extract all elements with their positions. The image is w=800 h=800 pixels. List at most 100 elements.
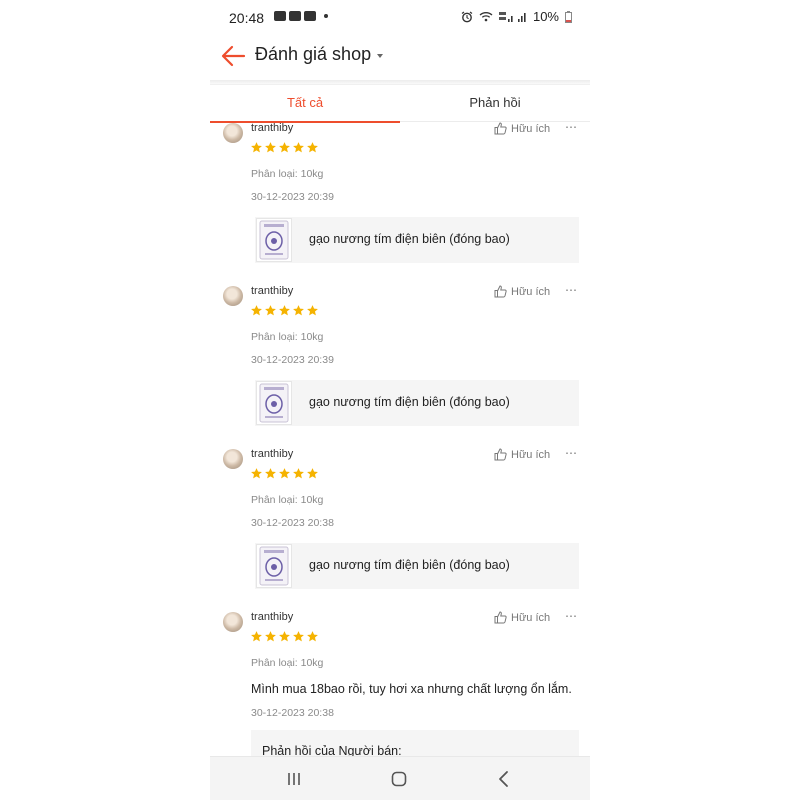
helpful-button[interactable]: Hữu ích — [494, 448, 550, 461]
star-icon — [265, 305, 276, 316]
star-icon — [293, 305, 304, 316]
thumbs-up-icon — [494, 285, 507, 298]
avatar[interactable] — [223, 286, 243, 306]
star-icon — [293, 142, 304, 153]
star-icon — [293, 468, 304, 479]
helpful-label: Hữu ích — [511, 285, 551, 298]
star-icon — [279, 468, 290, 479]
reviewer-name: tranthiby — [251, 448, 294, 460]
review-date: 30-12-2023 20:38 — [251, 707, 334, 719]
review-date: 30-12-2023 20:38 — [251, 517, 334, 529]
caret-down-icon[interactable] — [377, 54, 383, 58]
notification-app-icon — [289, 11, 301, 21]
variant-text: Phân loại: 10kg — [251, 331, 324, 343]
back-icon[interactable] — [494, 769, 514, 789]
home-icon[interactable] — [389, 769, 409, 789]
helpful-button[interactable]: Hữu ích — [494, 285, 550, 298]
star-rating — [250, 630, 319, 643]
helpful-label: Hữu ích — [511, 611, 551, 624]
thumbs-up-icon — [494, 448, 507, 461]
star-rating — [250, 141, 319, 154]
product-thumbnail — [256, 218, 292, 262]
product-card[interactable]: gạo nương tím điện biên (đóng bao) — [255, 543, 579, 589]
signal-icon — [498, 12, 526, 22]
phone-screen: 20:48 10% Đánh giá shop Tất cả Phản hồi … — [210, 0, 590, 800]
star-icon — [279, 631, 290, 642]
app-header: Đánh giá shop — [210, 34, 590, 80]
variant-text: Phân loại: 10kg — [251, 168, 324, 180]
system-status-icons: 10% — [461, 9, 572, 24]
star-rating — [250, 304, 319, 317]
tab-replies[interactable]: Phản hồi — [400, 85, 590, 123]
variant-text: Phân loại: 10kg — [251, 494, 324, 506]
battery-low-icon — [565, 10, 572, 23]
notification-app-icon — [274, 11, 286, 21]
tab-replies-label: Phản hồi — [469, 95, 521, 110]
helpful-button[interactable]: Hữu ích — [494, 611, 550, 624]
rice-bag-image — [259, 546, 289, 586]
product-thumbnail — [256, 381, 292, 425]
product-name: gạo nương tím điện biên (đóng bao) — [309, 395, 510, 409]
battery-percent: 10% — [532, 9, 559, 24]
wifi-icon — [479, 12, 493, 22]
star-icon — [265, 631, 276, 642]
seller-reply-box: Phản hồi của Người bán: — [251, 730, 579, 756]
star-icon — [265, 468, 276, 479]
star-icon — [307, 631, 318, 642]
review-text: Mình mua 18bao rồi, tuy hơi xa nhưng chấ… — [251, 682, 572, 696]
thumbs-up-icon — [494, 611, 507, 624]
rice-bag-image — [259, 220, 289, 260]
more-options-icon[interactable]: ⋯ — [565, 446, 577, 460]
avatar[interactable] — [223, 612, 243, 632]
reviewer-name: tranthiby — [251, 285, 294, 297]
star-icon — [279, 305, 290, 316]
avatar[interactable] — [223, 123, 243, 143]
product-thumbnail — [256, 544, 292, 588]
more-options-icon[interactable]: ⋯ — [565, 283, 577, 297]
reviewer-name: tranthiby — [251, 122, 294, 134]
status-bar: 20:48 10% — [210, 0, 590, 34]
review-item: tranthiby Hữu ích ⋯ Phân loại: 10kg 30-1… — [210, 282, 590, 445]
product-name: gạo nương tím điện biên (đóng bao) — [309, 558, 510, 572]
notification-icons — [274, 11, 328, 21]
thumbs-up-icon — [494, 122, 507, 135]
product-card[interactable]: gạo nương tím điện biên (đóng bao) — [255, 380, 579, 426]
review-list[interactable]: tranthiby Hữu ích ⋯ Phân loại: 10kg 30-1… — [210, 122, 590, 756]
alarm-icon — [461, 11, 473, 22]
reviewer-name: tranthiby — [251, 611, 294, 623]
star-icon — [251, 631, 262, 642]
star-icon — [251, 142, 262, 153]
star-icon — [307, 468, 318, 479]
recent-apps-icon[interactable] — [284, 769, 304, 789]
star-icon — [251, 305, 262, 316]
review-item: tranthiby Hữu ích ⋯ Phân loại: 10kg Mình… — [210, 608, 590, 756]
helpful-label: Hữu ích — [511, 122, 551, 135]
star-icon — [307, 305, 318, 316]
star-rating — [250, 467, 319, 480]
rice-bag-image — [259, 383, 289, 423]
gallery-icon — [304, 11, 316, 21]
review-date: 30-12-2023 20:39 — [251, 191, 334, 203]
product-name: gạo nương tím điện biên (đóng bao) — [309, 232, 510, 246]
arrow-left-icon[interactable] — [220, 43, 246, 69]
system-navigation-bar — [210, 756, 590, 800]
variant-text: Phân loại: 10kg — [251, 657, 324, 669]
star-icon — [279, 142, 290, 153]
review-item: tranthiby Hữu ích ⋯ Phân loại: 10kg 30-1… — [210, 122, 590, 282]
review-item: tranthiby Hữu ích ⋯ Phân loại: 10kg 30-1… — [210, 445, 590, 608]
status-time: 20:48 — [229, 10, 265, 26]
tab-bar: Tất cả Phản hồi — [210, 84, 590, 123]
helpful-label: Hữu ích — [511, 448, 551, 461]
star-icon — [251, 468, 262, 479]
helpful-button[interactable]: Hữu ích — [494, 122, 550, 135]
more-options-icon[interactable]: ⋯ — [565, 609, 577, 623]
star-icon — [265, 142, 276, 153]
review-date: 30-12-2023 20:39 — [251, 354, 334, 366]
product-card[interactable]: gạo nương tím điện biên (đóng bao) — [255, 217, 579, 263]
more-options-icon[interactable]: ⋯ — [565, 122, 577, 134]
tab-all-label: Tất cả — [286, 95, 324, 110]
page-title[interactable]: Đánh giá shop — [255, 44, 371, 65]
avatar[interactable] — [223, 449, 243, 469]
tab-all[interactable]: Tất cả — [210, 85, 400, 123]
seller-reply-label: Phản hồi của Người bán: — [262, 744, 402, 756]
